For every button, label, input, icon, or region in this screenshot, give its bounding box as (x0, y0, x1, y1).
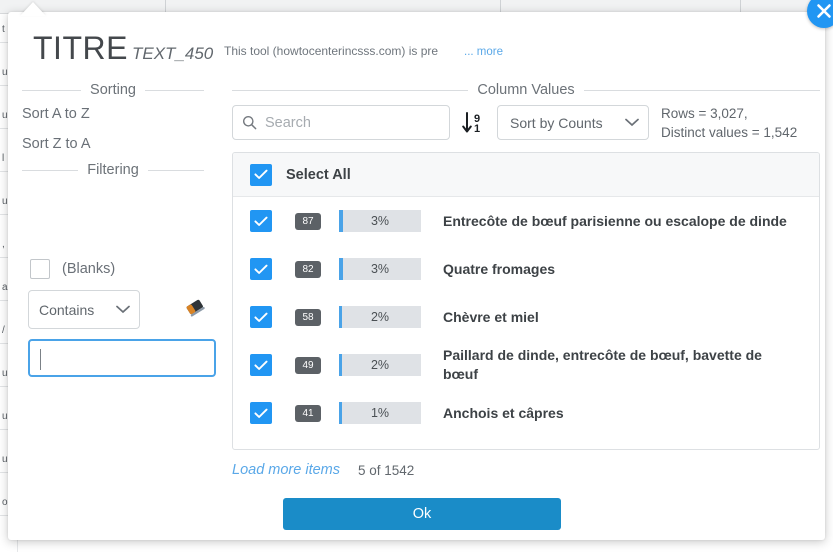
column-type-label: TEXT_450 (132, 44, 214, 63)
filter-value-input[interactable] (28, 339, 216, 377)
close-icon[interactable] (807, 0, 833, 28)
more-link[interactable]: ... more (464, 46, 503, 58)
eraser-icon[interactable] (183, 296, 209, 320)
value-checkbox[interactable] (250, 402, 272, 424)
value-percent-label: 1% (370, 406, 390, 420)
value-count-badge: 87 (295, 212, 321, 230)
filtering-legend: Filtering (22, 162, 205, 178)
value-label: Paillard de dinde, entrecôte de bœuf, ba… (443, 347, 762, 382)
search-icon (242, 115, 257, 130)
search-placeholder: Search (265, 114, 311, 131)
value-label: Entrecôte de bœuf parisienne ou escalope… (443, 212, 787, 229)
value-rows-container: 87 3% Entrecôte de bœuf parisienne ou esca… (233, 197, 819, 437)
value-percent-fill (339, 210, 343, 232)
blanks-checkbox[interactable] (30, 259, 50, 279)
chevron-down-icon (116, 301, 130, 319)
search-input[interactable]: Search (232, 105, 450, 140)
value-checkbox[interactable] (250, 354, 272, 376)
legend-rule-left (22, 89, 82, 91)
sorting-legend-label: Sorting (90, 82, 136, 98)
value-row[interactable]: 49 2% Paillard de dinde, entrecôte de bœuf… (233, 341, 819, 389)
value-percent-bar: 3% (339, 210, 421, 232)
distinct-values-count: Distinct values = 1,542 (661, 125, 798, 140)
value-percent-bar: 2% (339, 354, 421, 376)
value-percent-bar: 1% (339, 402, 421, 424)
value-row[interactable]: 87 3% Entrecôte de bœuf parisienne ou esca… (233, 197, 819, 245)
column-values-legend-label: Column Values (477, 82, 575, 98)
value-checkbox[interactable] (250, 210, 272, 232)
shown-of-total-label: 5 of 1542 (358, 463, 415, 478)
legend-rule-left (22, 169, 79, 171)
value-checkbox[interactable] (250, 306, 272, 328)
value-percent-label: 3% (370, 214, 390, 228)
select-all-label: Select All (286, 166, 351, 183)
text-caret (40, 349, 41, 370)
value-percent-fill (339, 306, 342, 328)
ok-button[interactable]: Ok (283, 498, 561, 530)
select-all-row[interactable]: Select All (233, 153, 819, 197)
description-text: This tool (howtocenterincsss.com) is pre (224, 44, 439, 58)
filtering-legend-label: Filtering (87, 162, 139, 178)
legend-rule-right (583, 89, 821, 91)
legend-rule-right (144, 89, 205, 91)
popup-pointer (20, 2, 46, 16)
svg-text:1: 1 (474, 123, 480, 135)
stats-summary: Rows = 3,027, Distinct values = 1,542 (661, 104, 797, 142)
column-values-legend: Column Values (232, 82, 821, 98)
value-row[interactable]: 41 1% Anchois et câpres (233, 389, 819, 437)
value-label: Quatre fromages (443, 260, 556, 277)
value-label: Anchois et câpres (443, 404, 564, 421)
select-all-checkbox[interactable] (250, 163, 272, 186)
value-percent-fill (339, 354, 342, 376)
legend-rule-left (232, 89, 469, 91)
sorting-legend: Sorting (22, 82, 205, 98)
legend-rule-right (147, 169, 205, 171)
value-count-badge: 41 (295, 404, 321, 422)
value-percent-bar: 3% (339, 258, 421, 280)
value-percent-bar: 2% (339, 306, 421, 328)
rows-count: Rows = 3,027, (661, 106, 748, 121)
value-row[interactable]: 82 3% Quatre fromages (233, 245, 819, 293)
filter-operator-select[interactable]: Contains (28, 290, 140, 329)
screen: t u u l u, a / u u u o TITRE TEXT_450 This tool (h… (0, 0, 833, 552)
sort-descending-9-to-1-icon[interactable]: 9 1 (461, 105, 487, 140)
values-list-panel: Select All 87 3% Entrecôte de bœuf parisie… (232, 152, 820, 450)
blanks-row[interactable]: (Blanks) (30, 259, 115, 279)
filter-operator-value: Contains (39, 301, 95, 318)
value-count-badge: 49 (295, 356, 321, 374)
sort-by-value: Sort by Counts (510, 114, 603, 131)
value-percent-label: 2% (370, 310, 390, 324)
value-percent-label: 3% (370, 262, 390, 276)
sort-by-select[interactable]: Sort by Counts (497, 105, 649, 140)
value-count-badge: 58 (295, 308, 321, 326)
blanks-label: (Blanks) (62, 261, 116, 277)
value-row[interactable]: 58 2% Chèvre et miel (233, 293, 819, 341)
sort-a-to-z-button[interactable]: Sort A to Z (22, 106, 90, 122)
filter-dialog: TITRE TEXT_450 This tool (howtocenterinc… (8, 0, 833, 540)
load-more-items-link[interactable]: Load more items (232, 462, 340, 478)
value-percent-fill (339, 402, 342, 424)
value-checkbox[interactable] (250, 258, 272, 280)
value-percent-label: 2% (370, 358, 390, 372)
value-count-badge: 82 (295, 260, 321, 278)
sort-z-to-a-button[interactable]: Sort Z to A (22, 136, 91, 152)
value-percent-fill (339, 258, 343, 280)
value-label: Chèvre et miel (443, 308, 539, 325)
dialog-header: TITRE TEXT_450 This tool (howtocenterinc… (8, 12, 825, 70)
chevron-down-icon (625, 114, 639, 132)
page-title: TITRE (33, 30, 128, 66)
